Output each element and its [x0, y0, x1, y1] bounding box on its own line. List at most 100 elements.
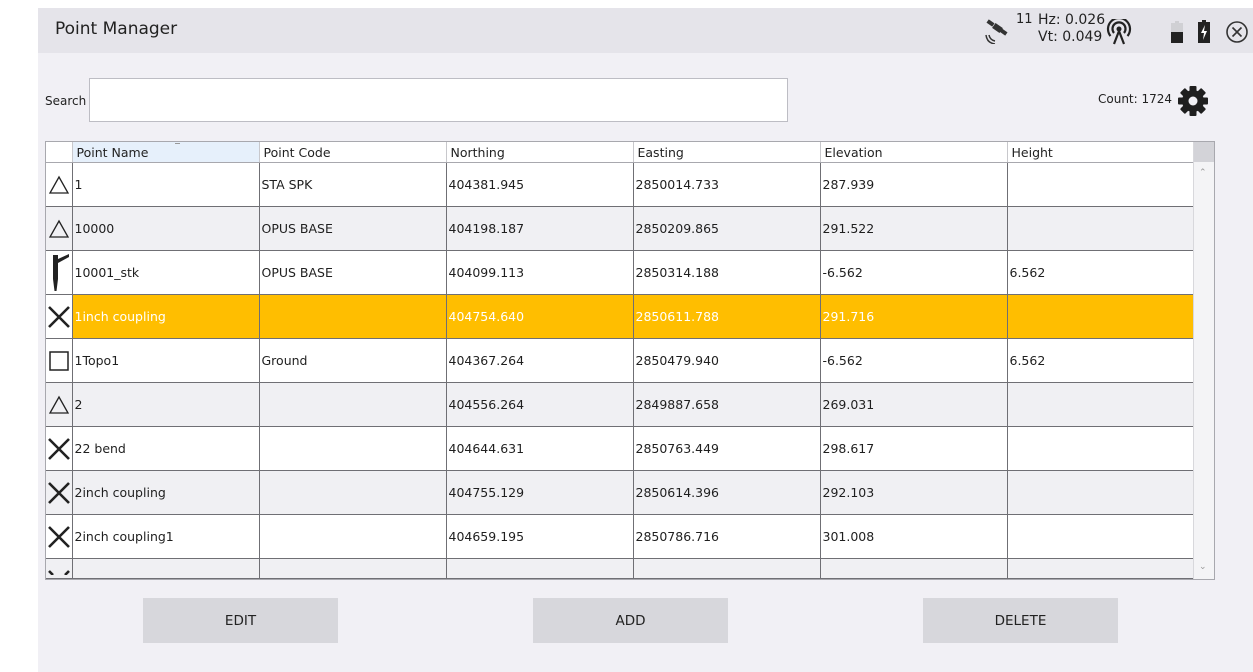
column-header-point-code[interactable]: Point Code — [259, 142, 447, 163]
table-cell — [1007, 558, 1196, 579]
column-header-northing[interactable]: Northing — [446, 142, 634, 163]
cell-height — [1007, 294, 1196, 339]
gear-icon[interactable] — [1176, 84, 1210, 118]
title-bar: Point Manager 11 Hz: 0.026 Vt: 0.049 — [38, 8, 1253, 53]
column-header-easting[interactable]: Easting — [633, 142, 821, 163]
cell-easting: 2849887.658 — [633, 382, 821, 427]
cell-point-name: 10000 — [72, 206, 260, 251]
scroll-up-arrow[interactable]: ⌃ — [1199, 168, 1207, 178]
table-header: Point Name Point Code Northing Easting E… — [46, 142, 1196, 163]
cell-elevation: 269.031 — [820, 382, 1008, 427]
table-row[interactable]: 10001_stk OPUS BASE 404099.113 2850314.188-… — [46, 250, 1196, 295]
edit-button[interactable]: EDIT — [143, 598, 338, 643]
x-mark-icon — [46, 470, 73, 515]
cell-elevation: -6.562 — [820, 250, 1008, 295]
table-cell — [633, 558, 821, 579]
add-button[interactable]: ADD — [533, 598, 728, 643]
radio-signal-icon[interactable] — [1106, 19, 1132, 45]
cell-easting: 2850614.396 — [633, 470, 821, 515]
cell-northing: 404367.264 — [446, 338, 634, 383]
cell-elevation: 298.617 — [820, 426, 1008, 471]
column-header-height[interactable]: Height — [1007, 142, 1196, 163]
cell-height — [1007, 426, 1196, 471]
scroll-down-arrow[interactable]: ⌄ — [1199, 562, 1207, 572]
cell-point-code: OPUS BASE — [259, 206, 447, 251]
cell-point-name: 1inch coupling — [72, 294, 260, 339]
delete-button[interactable]: DELETE — [923, 598, 1118, 643]
point-manager-window: Point Manager 11 Hz: 0.026 Vt: 0.049 Sea… — [38, 8, 1253, 672]
cell-elevation: 291.716 — [820, 294, 1008, 339]
vertical-scrollbar[interactable]: ⌃ ⌄ — [1193, 142, 1214, 579]
cell-point-code — [259, 470, 447, 515]
cell-point-name: 22 bend — [72, 426, 260, 471]
x-mark-icon — [46, 558, 73, 579]
cell-point-code — [259, 382, 447, 427]
cell-easting: 2850786.716 — [633, 514, 821, 559]
cell-point-code: Ground — [259, 338, 447, 383]
point-count: Count: 1724 — [1098, 92, 1173, 106]
cell-point-name: 1 — [72, 162, 260, 207]
cell-easting: 2850209.865 — [633, 206, 821, 251]
cell-height: 6.562 — [1007, 338, 1196, 383]
close-icon[interactable] — [1225, 20, 1249, 44]
cell-point-code: STA SPK — [259, 162, 447, 207]
cell-height — [1007, 514, 1196, 559]
cell-easting: 2850479.940 — [633, 338, 821, 383]
battery-icon — [1171, 21, 1183, 43]
satellite-count: 11 — [1016, 12, 1033, 27]
cell-elevation: 292.103 — [820, 470, 1008, 515]
table-row[interactable]: 22 bend 404644.631 2850763.449 298.617 — [46, 426, 1196, 471]
column-header-elevation[interactable]: Elevation — [820, 142, 1008, 163]
cell-easting: 2850314.188 — [633, 250, 821, 295]
triangle-icon — [46, 382, 73, 427]
search-input[interactable] — [89, 78, 788, 122]
table-row[interactable]: 1 STA SPK 404381.945 2850014.733 287.939 — [46, 162, 1196, 207]
cell-height: 6.562 — [1007, 250, 1196, 295]
triangle-icon — [46, 206, 73, 251]
vt-precision: Vt: 0.049 — [1038, 29, 1103, 45]
table-row[interactable]: 2inch coupling1 404659.195 2850786.716 301.… — [46, 514, 1196, 559]
table-cell — [820, 558, 1008, 579]
hz-precision: Hz: 0.026 — [1038, 12, 1106, 28]
triangle-icon — [46, 162, 73, 207]
table-row[interactable]: 2inch coupling 404755.129 2850614.396 292.1… — [46, 470, 1196, 515]
satellite-icon[interactable] — [984, 18, 1012, 44]
gps-pole-icon — [46, 250, 73, 295]
cell-elevation: 291.522 — [820, 206, 1008, 251]
cell-easting: 2850763.449 — [633, 426, 821, 471]
cell-elevation: 301.008 — [820, 514, 1008, 559]
points-table: Point Name Point Code Northing Easting E… — [45, 141, 1215, 580]
cell-height — [1007, 382, 1196, 427]
cell-point-code — [259, 294, 447, 339]
cell-point-name: 1Topo1 — [72, 338, 260, 383]
page-title: Point Manager — [55, 19, 178, 39]
search-label: Search — [45, 94, 87, 108]
cell-northing: 404381.945 — [446, 162, 634, 207]
cell-northing: 404755.129 — [446, 470, 634, 515]
cell-northing: 404099.113 — [446, 250, 634, 295]
cell-northing: 404644.631 — [446, 426, 634, 471]
table-row[interactable] — [46, 558, 1196, 579]
cell-northing: 404754.640 — [446, 294, 634, 339]
cell-easting: 2850014.733 — [633, 162, 821, 207]
cell-point-code — [259, 426, 447, 471]
table-row[interactable]: 1inch coupling 404754.640 2850611.788 291.7… — [46, 294, 1196, 339]
cell-elevation: 287.939 — [820, 162, 1008, 207]
table-row[interactable]: 2 404556.264 2849887.658 269.031 — [46, 382, 1196, 427]
table-cell — [72, 558, 260, 579]
cell-northing: 404198.187 — [446, 206, 634, 251]
x-mark-icon — [46, 514, 73, 559]
x-mark-icon — [46, 294, 73, 339]
square-icon — [46, 338, 73, 383]
scrollbar-header-block — [1194, 142, 1214, 162]
table-cell — [446, 558, 634, 579]
column-header-point-name[interactable]: Point Name — [72, 142, 260, 163]
cell-point-name: 2 — [72, 382, 260, 427]
table-cell — [259, 558, 447, 579]
table-row[interactable]: 10000 OPUS BASE 404198.187 2850209.865 291.5… — [46, 206, 1196, 251]
cell-northing: 404556.264 — [446, 382, 634, 427]
cell-height — [1007, 470, 1196, 515]
table-row[interactable]: 1Topo1 Ground 404367.264 2850479.940 -6.562 6… — [46, 338, 1196, 383]
cell-point-name: 2inch coupling — [72, 470, 260, 515]
cell-northing: 404659.195 — [446, 514, 634, 559]
